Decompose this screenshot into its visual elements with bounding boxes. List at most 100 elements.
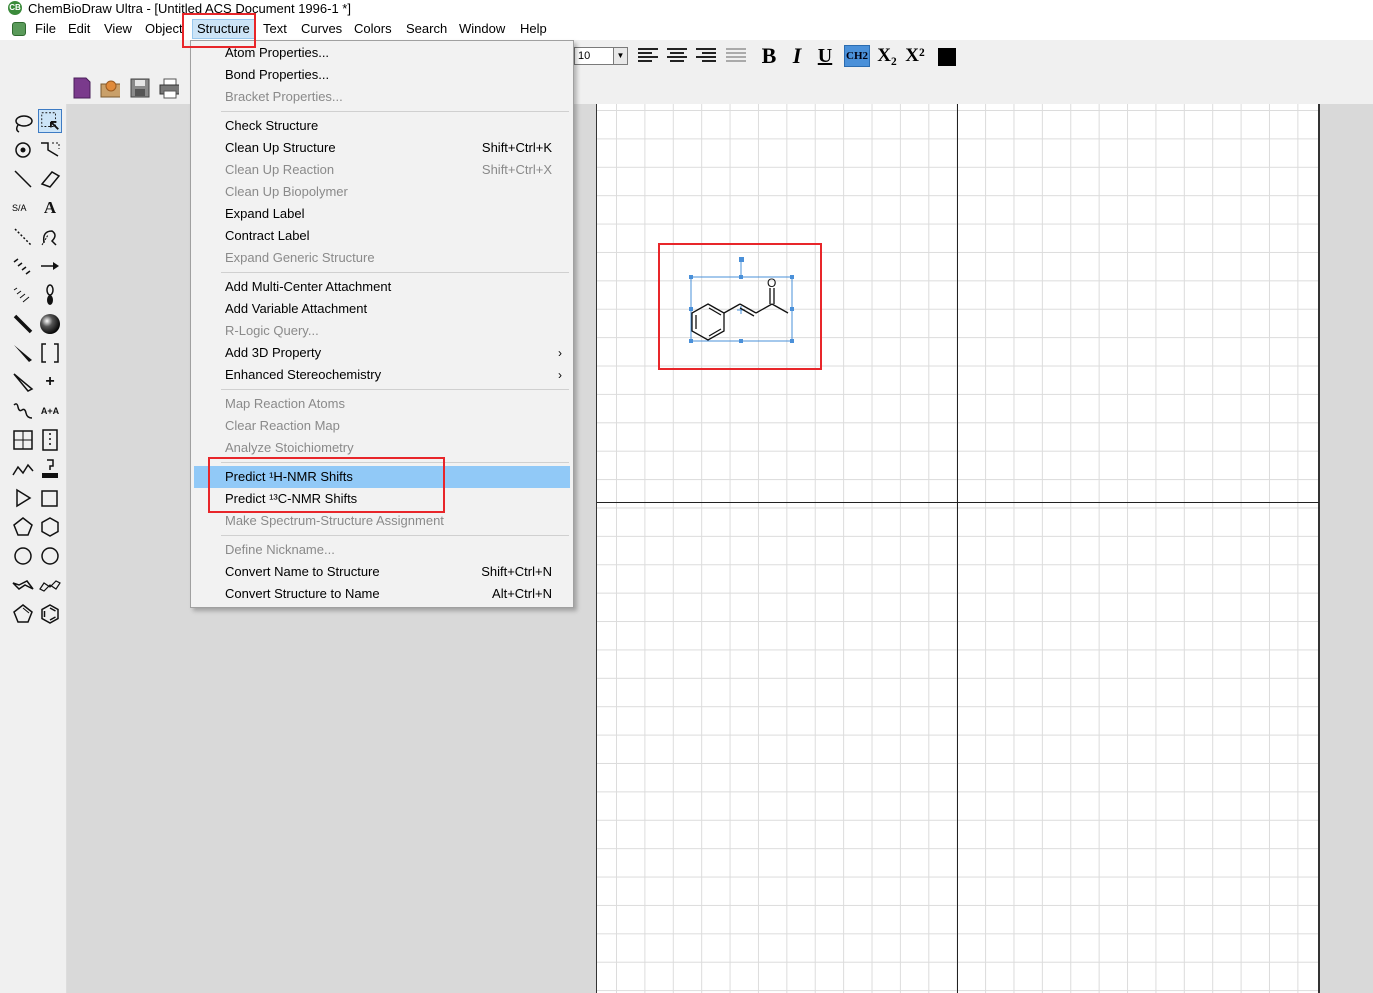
menu-item-bond-properties[interactable]: Bond Properties... bbox=[194, 64, 570, 86]
lasso-icon[interactable] bbox=[11, 112, 35, 136]
charge-icon[interactable]: + bbox=[38, 370, 62, 394]
menu-item-add-multi-center-attachment[interactable]: Add Multi-Center Attachment bbox=[194, 276, 570, 298]
save-icon[interactable] bbox=[130, 77, 150, 99]
menu-curves[interactable]: Curves bbox=[301, 21, 342, 36]
align-left-icon[interactable] bbox=[638, 48, 658, 64]
structure-perspective-icon[interactable] bbox=[38, 138, 62, 162]
hexagon-icon[interactable] bbox=[38, 515, 62, 539]
solid-bond-icon[interactable] bbox=[11, 167, 35, 191]
workspace-background bbox=[1320, 104, 1373, 993]
menu-item-convert-structure-to-name[interactable]: Convert Structure to Name Alt+Ctrl+N bbox=[194, 583, 570, 605]
menu-item-add-3d-property[interactable]: Add 3D Property › bbox=[194, 342, 570, 364]
text-color-icon[interactable] bbox=[938, 48, 956, 66]
annotation-box-molecule bbox=[658, 243, 822, 370]
canvas-border bbox=[596, 104, 597, 993]
menu-item-add-variable-attachment[interactable]: Add Variable Attachment bbox=[194, 298, 570, 320]
wavy-bond-icon[interactable] bbox=[11, 399, 35, 423]
menu-window[interactable]: Window bbox=[459, 21, 505, 36]
superscript-button[interactable]: X² bbox=[902, 44, 928, 68]
submenu-arrow-icon: › bbox=[558, 346, 562, 360]
reaction-map-icon[interactable]: A+A bbox=[38, 399, 62, 423]
shortcut-label: Shift+Ctrl+X bbox=[481, 162, 552, 177]
cyclopentane-chair-icon[interactable] bbox=[11, 573, 35, 597]
underline-button[interactable]: U bbox=[812, 44, 838, 68]
open-folder-icon[interactable] bbox=[100, 77, 120, 99]
bracket-icon[interactable] bbox=[38, 341, 62, 365]
subscript-button[interactable]: X₂ bbox=[874, 44, 900, 68]
hashed-bond-icon[interactable] bbox=[11, 254, 35, 278]
menu-item-spectrum-structure-assignment[interactable]: Make Spectrum-Structure Assignment bbox=[194, 510, 570, 532]
menu-help[interactable]: Help bbox=[520, 21, 547, 36]
structure-menu: Atom Properties... Bond Properties... Br… bbox=[190, 40, 574, 608]
menu-item-clean-up-reaction[interactable]: Clean Up Reaction Shift+Ctrl+X bbox=[194, 159, 570, 181]
menu-separator bbox=[221, 111, 569, 112]
submenu-arrow-icon: › bbox=[558, 368, 562, 382]
menu-item-r-logic-query[interactable]: R-Logic Query... bbox=[194, 320, 570, 342]
print-icon[interactable] bbox=[159, 77, 179, 99]
justify-icon[interactable] bbox=[726, 48, 746, 64]
tool-palette: S/A A + A+A bbox=[4, 104, 67, 993]
play-icon[interactable] bbox=[11, 486, 35, 510]
shortcut-label: Alt+Ctrl+N bbox=[492, 586, 552, 601]
hashed-wedge-icon[interactable] bbox=[11, 283, 35, 307]
eraser-icon[interactable] bbox=[38, 167, 62, 191]
menu-object[interactable]: Object bbox=[145, 21, 183, 36]
chevron-down-icon[interactable]: ▼ bbox=[613, 48, 627, 64]
tlc-plate-icon[interactable] bbox=[38, 428, 62, 452]
menu-item-contract-label[interactable]: Contract Label bbox=[194, 225, 570, 247]
orbital-icon[interactable] bbox=[38, 283, 62, 307]
text-icon[interactable]: A bbox=[38, 196, 62, 220]
font-size-select[interactable]: 10 ▼ bbox=[574, 47, 628, 65]
annotation-box-structure-menu bbox=[182, 13, 256, 48]
dashed-bond-icon[interactable] bbox=[11, 225, 35, 249]
benzene-icon[interactable] bbox=[38, 602, 62, 626]
bold-bond-icon[interactable] bbox=[11, 312, 35, 336]
cyclopentadiene-icon[interactable] bbox=[11, 602, 35, 626]
template-icon[interactable] bbox=[38, 457, 62, 481]
mass-fragment-icon[interactable] bbox=[38, 225, 62, 249]
menu-item-clear-reaction-map[interactable]: Clear Reaction Map bbox=[194, 415, 570, 437]
sphere-icon[interactable] bbox=[38, 312, 62, 336]
table-icon[interactable] bbox=[11, 428, 35, 452]
italic-button[interactable]: I bbox=[784, 44, 810, 68]
menu-item-analyze-stoichiometry[interactable]: Analyze Stoichiometry bbox=[194, 437, 570, 459]
document-icon[interactable] bbox=[12, 22, 26, 36]
annotation-box-nmr-items bbox=[208, 457, 445, 513]
menu-item-map-reaction-atoms[interactable]: Map Reaction Atoms bbox=[194, 393, 570, 415]
stereo-bond-icon[interactable]: S/A bbox=[11, 196, 35, 220]
cyclohexane-icon[interactable] bbox=[38, 544, 62, 568]
circle-icon[interactable] bbox=[11, 544, 35, 568]
new-document-icon[interactable] bbox=[72, 77, 92, 99]
align-center-icon[interactable] bbox=[667, 48, 687, 64]
menu-item-bracket-properties[interactable]: Bracket Properties... bbox=[194, 86, 570, 108]
rotate-icon[interactable] bbox=[11, 138, 35, 162]
app-icon: CB bbox=[8, 1, 22, 15]
arrow-icon[interactable] bbox=[38, 254, 62, 278]
drawing-canvas[interactable] bbox=[597, 104, 1319, 993]
menu-item-expand-generic-structure[interactable]: Expand Generic Structure bbox=[194, 247, 570, 269]
marquee-icon[interactable] bbox=[38, 109, 62, 133]
bold-button[interactable]: B bbox=[756, 44, 782, 68]
menu-item-check-structure[interactable]: Check Structure bbox=[194, 115, 570, 137]
menu-search[interactable]: Search bbox=[406, 21, 447, 36]
hollow-wedge-icon[interactable] bbox=[11, 370, 35, 394]
menu-item-convert-name-to-structure[interactable]: Convert Name to Structure Shift+Ctrl+N bbox=[194, 561, 570, 583]
menu-edit[interactable]: Edit bbox=[68, 21, 90, 36]
menu-item-expand-label[interactable]: Expand Label bbox=[194, 203, 570, 225]
menu-separator bbox=[221, 535, 569, 536]
formula-button[interactable]: CH2 bbox=[844, 45, 870, 67]
chair-icon[interactable] bbox=[38, 573, 62, 597]
menu-item-enhanced-stereochemistry[interactable]: Enhanced Stereochemistry › bbox=[194, 364, 570, 386]
wedge-bond-icon[interactable] bbox=[11, 341, 35, 365]
menu-colors[interactable]: Colors bbox=[354, 21, 392, 36]
menu-view[interactable]: View bbox=[104, 21, 132, 36]
rectangle-icon[interactable] bbox=[38, 486, 62, 510]
pentagon-icon[interactable] bbox=[11, 515, 35, 539]
chain-icon[interactable] bbox=[11, 457, 35, 481]
menu-text[interactable]: Text bbox=[263, 21, 287, 36]
menu-item-define-nickname[interactable]: Define Nickname... bbox=[194, 539, 570, 561]
menu-item-clean-up-biopolymer[interactable]: Clean Up Biopolymer bbox=[194, 181, 570, 203]
menu-item-clean-up-structure[interactable]: Clean Up Structure Shift+Ctrl+K bbox=[194, 137, 570, 159]
menu-file[interactable]: File bbox=[35, 21, 56, 36]
align-right-icon[interactable] bbox=[696, 48, 716, 64]
